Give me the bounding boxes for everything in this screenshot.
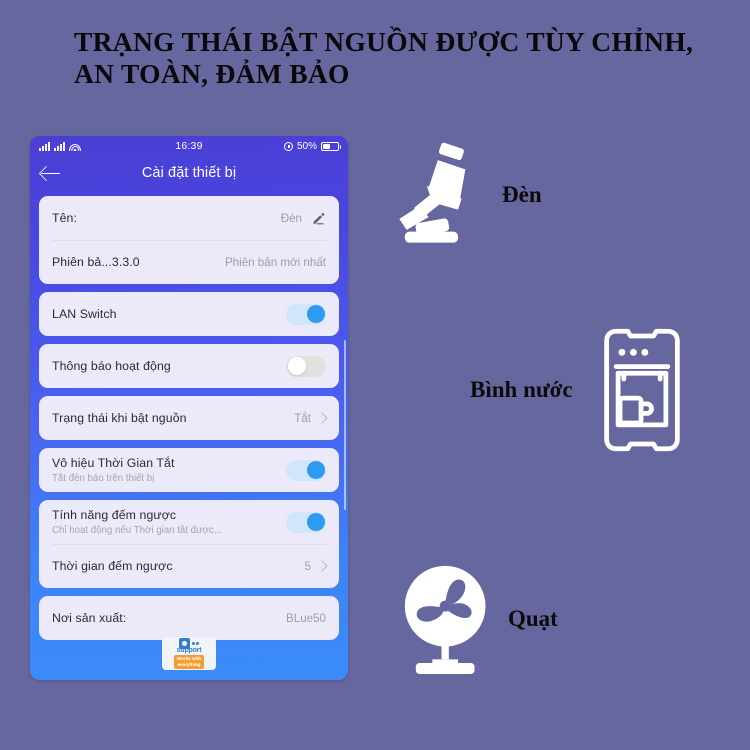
illustration-fan: Quạt xyxy=(392,560,558,678)
support-logo-icon xyxy=(178,637,190,649)
headline-line-1: TRẠNG THÁI BẬT NGUỒN ĐƯỢC TÙY CHỈNH, xyxy=(74,26,694,57)
illustration-caption: Đèn xyxy=(502,182,542,207)
support-badge: support Works with everything xyxy=(162,637,216,670)
row-countdown-feature[interactable]: Tính năng đếm ngược Chỉ hoạt động nếu Th… xyxy=(39,500,339,544)
row-label: Tên: xyxy=(52,211,78,225)
desk-lamp-icon xyxy=(399,142,466,243)
row-value: BLue50 xyxy=(286,611,326,625)
card-disable-off-time: Vô hiệu Thời Gian Tắt Tắt đèn báo trên t… xyxy=(39,448,339,492)
toggle-activity-notification[interactable] xyxy=(286,355,326,377)
support-badge-tag-line2: everything xyxy=(177,662,201,667)
row-disable-off-time[interactable]: Vô hiệu Thời Gian Tắt Tắt đèn báo trên t… xyxy=(39,448,339,492)
row-manufacturer[interactable]: Nơi sản xuất: BLue50 xyxy=(39,596,339,640)
status-bar-clock: 16:39 xyxy=(175,140,203,152)
settings-list[interactable]: Tên: Đèn Phiên bả...3.3.0 Phiên bản mới … xyxy=(30,190,348,680)
row-device-name[interactable]: Tên: Đèn xyxy=(39,196,339,240)
row-firmware-version[interactable]: Phiên bả...3.3.0 Phiên bản mới nhất xyxy=(39,240,339,284)
chevron-right-icon xyxy=(316,560,328,572)
water-dispenser-icon xyxy=(603,328,680,452)
illustration-water: Bình nước xyxy=(470,325,685,455)
row-label: Thông báo hoạt động xyxy=(52,359,171,373)
card-activity-notification: Thông báo hoạt động xyxy=(39,344,339,388)
toggle-countdown-feature[interactable] xyxy=(286,511,326,533)
battery-icon xyxy=(321,141,341,151)
phone-mockup: 16:39 50% Cài đặt thiết bị Tên: Đèn Phiê… xyxy=(30,136,348,680)
toggle-lan-switch[interactable] xyxy=(286,303,326,325)
status-bar: 16:39 50% xyxy=(30,136,348,156)
row-value: Phiên bản mới nhất xyxy=(224,255,326,269)
row-activity-notification[interactable]: Thông báo hoạt động xyxy=(39,344,339,388)
illustration-lamp: Đèn xyxy=(392,140,542,250)
electric-fan-icon xyxy=(404,565,486,674)
toggle-disable-off-time[interactable] xyxy=(286,459,326,481)
illustration-caption: Quạt xyxy=(508,606,558,631)
chevron-right-icon xyxy=(316,412,328,424)
row-lan-switch[interactable]: LAN Switch xyxy=(39,292,339,336)
row-value: 5 xyxy=(304,559,311,573)
card-manufacturer: Nơi sản xuất: BLue50 xyxy=(39,596,339,640)
row-power-on-state[interactable]: Trạng thái khi bật nguồn Tắt xyxy=(39,396,339,440)
page-title: TRẠNG THÁI BẬT NGUỒN ĐƯỢC TÙY CHỈNH, AN … xyxy=(74,26,724,90)
card-device-info: Tên: Đèn Phiên bả...3.3.0 Phiên bản mới … xyxy=(39,196,339,284)
scrollbar[interactable] xyxy=(343,340,346,510)
support-badge-tag: Works with everything xyxy=(173,654,205,670)
headline-line-2: AN TOÀN, ĐẢM BẢO xyxy=(74,58,350,89)
row-label: Trạng thái khi bật nguồn xyxy=(52,411,187,425)
row-value: Đèn xyxy=(280,211,302,225)
row-label: Tính năng đếm ngược xyxy=(52,508,177,522)
row-label: Thời gian đếm ngược xyxy=(52,559,173,573)
row-sublabel: Chỉ hoạt động nếu Thời gian tắt được... xyxy=(52,525,222,536)
row-countdown-time[interactable]: Thời gian đếm ngược 5 xyxy=(39,544,339,588)
illustration-caption: Bình nước xyxy=(470,377,573,402)
pencil-icon[interactable] xyxy=(311,211,326,226)
poster: TRẠNG THÁI BẬT NGUỒN ĐƯỢC TÙY CHỈNH, AN … xyxy=(0,0,750,750)
row-label: Vô hiệu Thời Gian Tắt xyxy=(52,456,175,470)
alarm-icon xyxy=(283,141,293,151)
row-label: Nơi sản xuất: xyxy=(52,611,127,625)
support-dots-icon xyxy=(191,641,200,645)
row-label: Phiên bả...3.3.0 xyxy=(52,255,140,269)
app-navbar: Cài đặt thiết bị xyxy=(30,156,348,190)
row-label: LAN Switch xyxy=(52,307,117,321)
app-title: Cài đặt thiết bị xyxy=(141,165,237,181)
row-sublabel: Tắt đèn báo trên thiết bị xyxy=(52,473,155,484)
card-lan-switch: LAN Switch xyxy=(39,292,339,336)
card-countdown: Tính năng đếm ngược Chỉ hoạt động nếu Th… xyxy=(39,500,339,588)
row-value: Tắt xyxy=(294,411,311,425)
card-power-on-state: Trạng thái khi bật nguồn Tắt xyxy=(39,396,339,440)
